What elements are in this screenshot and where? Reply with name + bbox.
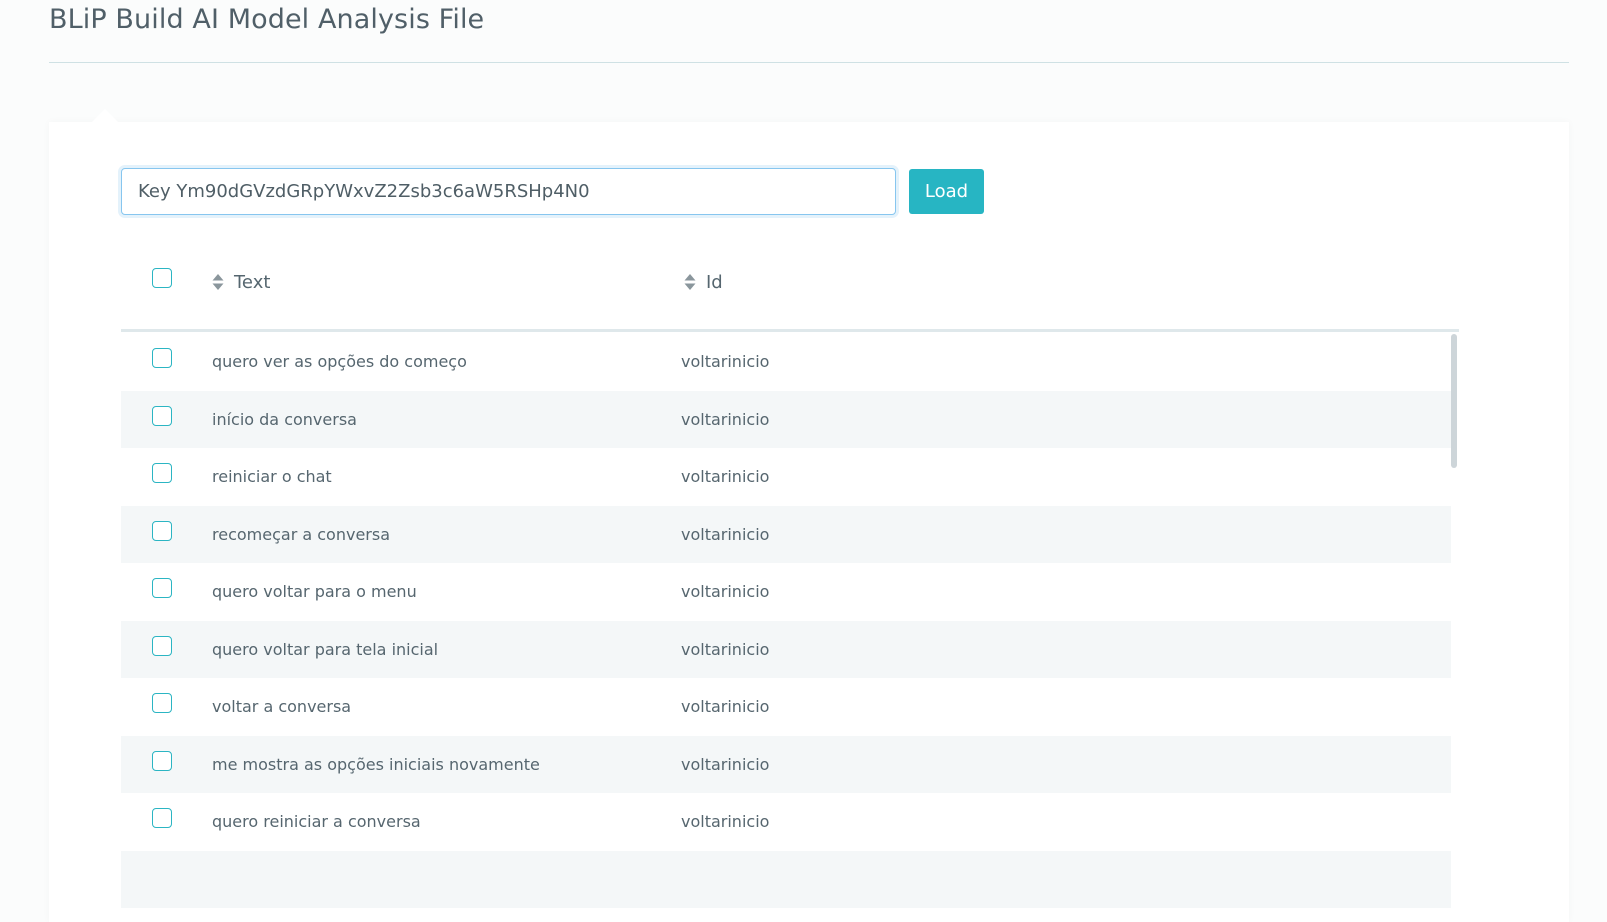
cell-id: voltarinicio bbox=[681, 812, 770, 831]
row-checkbox[interactable] bbox=[152, 578, 172, 598]
column-header-text[interactable]: Text bbox=[211, 271, 270, 293]
column-label-id: Id bbox=[706, 271, 723, 293]
cell-id: voltarinicio bbox=[681, 352, 770, 371]
cell-text: início da conversa bbox=[212, 409, 357, 429]
row-checkbox[interactable] bbox=[152, 808, 172, 828]
header-divider bbox=[121, 329, 1459, 332]
key-input[interactable] bbox=[121, 168, 896, 215]
select-all-checkbox[interactable] bbox=[152, 268, 172, 288]
row-checkbox[interactable] bbox=[152, 463, 172, 483]
card-notch bbox=[92, 109, 118, 122]
page-title: BLiP Build AI Model Analysis File bbox=[49, 4, 485, 35]
cell-text: me mostra as opções iniciais novamente bbox=[212, 754, 540, 774]
cell-id: voltarinicio bbox=[681, 582, 770, 601]
column-label-text: Text bbox=[234, 271, 271, 293]
table-row[interactable]: quero voltar para o menu voltarinicio bbox=[121, 563, 1451, 621]
table-row[interactable]: recomeçar a conversa voltarinicio bbox=[121, 505, 1451, 563]
table-row[interactable]: reiniciar o chat voltarinicio bbox=[121, 448, 1451, 506]
cell-id: voltarinicio bbox=[681, 409, 770, 429]
cell-text: quero reiniciar a conversa bbox=[212, 812, 421, 831]
row-checkbox[interactable] bbox=[152, 693, 172, 713]
cell-text: reiniciar o chat bbox=[212, 467, 332, 486]
row-checkbox[interactable] bbox=[152, 520, 172, 541]
table-scrollbar[interactable] bbox=[1451, 334, 1457, 468]
row-checkbox[interactable] bbox=[152, 405, 172, 426]
title-divider bbox=[49, 62, 1569, 63]
row-checkbox[interactable] bbox=[152, 635, 172, 656]
row-checkbox[interactable] bbox=[152, 750, 172, 771]
load-button[interactable]: Load bbox=[909, 169, 984, 214]
cell-id: voltarinicio bbox=[681, 754, 770, 774]
table-body: quero ver as opções do começo voltarinic… bbox=[121, 333, 1451, 908]
table-row[interactable] bbox=[121, 850, 1451, 908]
cell-id: voltarinicio bbox=[681, 524, 770, 544]
cell-text: quero voltar para o menu bbox=[212, 582, 417, 601]
table-row[interactable]: me mostra as opções iniciais novamente v… bbox=[121, 735, 1451, 793]
table-row[interactable]: voltar a conversa voltarinicio bbox=[121, 678, 1451, 736]
table-row[interactable]: quero voltar para tela inicial voltarini… bbox=[121, 620, 1451, 678]
row-checkbox[interactable] bbox=[152, 348, 172, 368]
table-row[interactable]: quero ver as opções do começo voltarinic… bbox=[121, 333, 1451, 391]
table-row[interactable]: quero reiniciar a conversa voltarinicio bbox=[121, 793, 1451, 851]
cell-id: voltarinicio bbox=[681, 697, 770, 716]
column-header-id[interactable]: Id bbox=[683, 271, 723, 293]
cell-text: voltar a conversa bbox=[212, 697, 352, 716]
cell-text: quero ver as opções do começo bbox=[212, 352, 467, 371]
cell-id: voltarinicio bbox=[681, 639, 770, 659]
cell-text: recomeçar a conversa bbox=[212, 524, 390, 544]
sort-icon bbox=[684, 274, 696, 290]
table-row[interactable]: início da conversa voltarinicio bbox=[121, 390, 1451, 448]
cell-id: voltarinicio bbox=[681, 467, 770, 486]
table-header bbox=[121, 250, 1459, 330]
cell-text: quero voltar para tela inicial bbox=[212, 639, 439, 659]
sort-icon bbox=[212, 274, 224, 290]
